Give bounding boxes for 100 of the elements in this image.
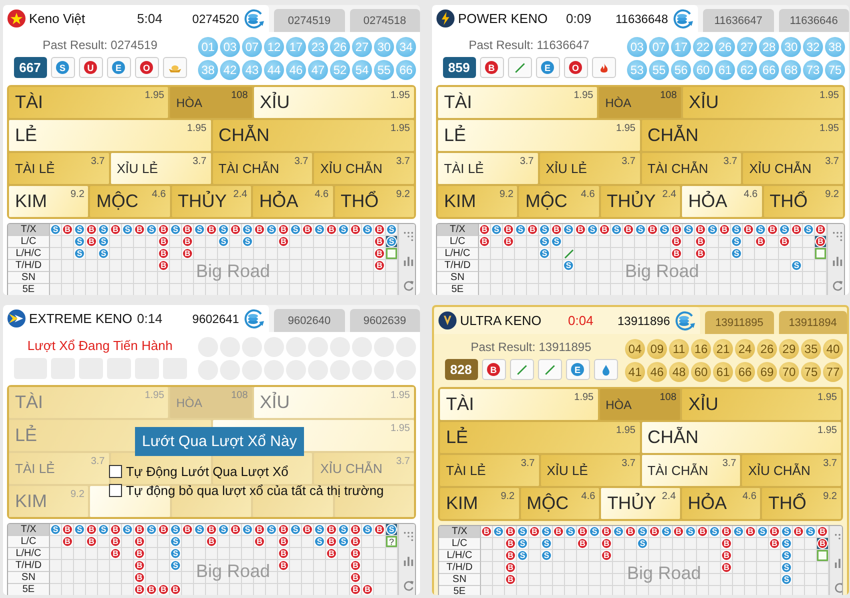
road-marker: B xyxy=(62,536,73,547)
previous-draw-tab[interactable]: 11636646 xyxy=(778,9,849,32)
bet-option[interactable]: HỎA 4.6 xyxy=(682,488,760,519)
road-marker: B xyxy=(695,248,706,259)
bet-option[interactable]: LẺ 1.95 xyxy=(438,120,640,151)
result-ball: 52 xyxy=(330,60,350,80)
road-row-label: T/H/D xyxy=(437,260,479,272)
bet-option[interactable]: THỔ 9.2 xyxy=(764,186,843,217)
previous-draw-tab[interactable]: 9602640 xyxy=(274,309,344,332)
bet-option[interactable]: MỘC 4.6 xyxy=(90,186,170,217)
bet-option[interactable]: LẺ 1.95 xyxy=(9,120,210,151)
bar-chart-icon[interactable] xyxy=(832,255,842,266)
dots-grid-icon[interactable] xyxy=(402,230,414,242)
bet-option[interactable]: XỈU 1.95 xyxy=(682,87,843,118)
road-row-label: L/C xyxy=(437,236,479,248)
bet-option[interactable]: XỈU LẺ 3.7 xyxy=(540,455,640,486)
previous-draw-tab[interactable]: 0274518 xyxy=(350,9,420,32)
bet-option[interactable]: CHẴN 1.95 xyxy=(642,422,841,453)
bet-option[interactable]: HÒA 108 xyxy=(170,87,252,118)
refresh-icon[interactable] xyxy=(402,280,414,292)
previous-draw-tab[interactable]: 11636647 xyxy=(703,9,774,32)
bet-option[interactable]: THỦY 2.4 xyxy=(600,186,680,217)
bet-option[interactable]: XỈU 1.95 xyxy=(254,87,414,118)
result-ball: 66 xyxy=(396,60,416,80)
bet-option[interactable]: XỈU CHẴN 3.7 xyxy=(314,153,414,184)
bet-option[interactable]: TÀI LẺ 3.7 xyxy=(440,455,539,486)
bet-option[interactable]: XỈU 1.95 xyxy=(254,387,414,418)
road-marker: B xyxy=(278,524,289,535)
bet-option[interactable]: MỘC 4.6 xyxy=(519,186,599,217)
coin-refresh-icon[interactable] xyxy=(672,8,694,28)
bet-option[interactable]: THỦY 2.4 xyxy=(172,186,252,217)
bet-option[interactable]: HỎA 4.6 xyxy=(682,186,762,217)
game-tab[interactable]: Keno Việt 5:04 0274520 xyxy=(3,5,269,32)
bet-option[interactable]: XỈU CHẴN 3.7 xyxy=(742,455,841,486)
road-row-label: L/C xyxy=(439,538,481,550)
checkbox[interactable] xyxy=(109,484,122,497)
bet-option[interactable]: XỈU 1.95 xyxy=(682,389,841,420)
bet-option[interactable]: TÀI CHẴN 3.7 xyxy=(642,455,740,486)
skip-draw-button[interactable]: Lướt Qua Lượt Xổ Này xyxy=(135,427,304,456)
result-ball: 40 xyxy=(823,338,843,358)
road-row-label: SN xyxy=(439,574,481,586)
road-marker: B xyxy=(170,584,181,595)
road-marker: S xyxy=(517,550,528,561)
road-marker: B xyxy=(793,526,804,537)
game-tab[interactable]: EXTREME KENO 0:14 9602641 xyxy=(3,305,269,332)
game-tab[interactable]: ULTRA KENO 0:04 13911896 xyxy=(434,307,700,334)
road-marker: S xyxy=(539,224,550,235)
road-marker: S xyxy=(98,524,109,535)
bet-option[interactable]: THỔ 9.2 xyxy=(762,488,841,519)
refresh-icon[interactable] xyxy=(832,280,842,292)
road-marker: B xyxy=(134,560,145,571)
bet-option[interactable]: HÒA 108 xyxy=(599,87,681,118)
coin-refresh-icon[interactable] xyxy=(674,310,696,330)
dots-grid-icon[interactable] xyxy=(832,230,842,242)
score-badge: 828 xyxy=(444,359,478,380)
road-marker: B xyxy=(815,224,826,235)
refresh-icon[interactable] xyxy=(834,582,842,594)
road-marker: B xyxy=(575,224,586,235)
countdown-timer: 0:04 xyxy=(568,313,594,328)
bet-option[interactable]: THỔ 9.2 xyxy=(334,186,414,217)
bet-option[interactable]: XỈU LẺ 3.7 xyxy=(110,153,210,184)
result-ball: 48 xyxy=(669,362,689,382)
checkbox[interactable] xyxy=(109,465,122,478)
bar-chart-icon[interactable] xyxy=(834,557,842,568)
bar-chart-icon[interactable] xyxy=(402,255,414,266)
bet-option[interactable]: TÀI 1.95 xyxy=(440,389,598,420)
bet-option[interactable]: KIM 9.2 xyxy=(440,488,519,519)
road-marker: B xyxy=(110,548,121,559)
bet-option[interactable]: TÀI 1.95 xyxy=(438,87,598,118)
bet-option[interactable]: TÀI CHẴN 3.7 xyxy=(642,153,742,184)
refresh-icon[interactable] xyxy=(402,580,414,592)
road-row-label: T/H/D xyxy=(8,260,50,272)
bet-option[interactable] xyxy=(212,453,312,484)
road-marker: B xyxy=(529,526,540,537)
bar-chart-icon[interactable] xyxy=(402,555,414,566)
previous-draw-tab[interactable]: 13911895 xyxy=(705,311,774,334)
bet-option[interactable]: HỎA 4.6 xyxy=(253,186,333,217)
bet-option[interactable]: CHẴN 1.95 xyxy=(212,120,414,151)
game-tab[interactable]: POWER KENO 0:09 11636648 xyxy=(432,5,698,32)
previous-draw-tab[interactable]: 0274519 xyxy=(274,9,344,32)
bet-option[interactable]: KIM 9.2 xyxy=(438,186,518,217)
bet-option[interactable]: TÀI LẺ 3.7 xyxy=(438,153,538,184)
coin-refresh-icon[interactable] xyxy=(243,8,265,28)
bet-option[interactable]: TÀI 1.95 xyxy=(9,87,168,118)
dots-grid-icon[interactable] xyxy=(402,530,414,542)
bet-option[interactable]: CHẴN 1.95 xyxy=(642,120,843,151)
bet-option[interactable]: TÀI LẺ 3.7 xyxy=(9,153,109,184)
road-marker: B xyxy=(623,224,634,235)
result-ball: 29 xyxy=(779,338,799,358)
bet-option[interactable]: LẺ 1.95 xyxy=(440,422,640,453)
bet-option[interactable]: XỈU LẺ 3.7 xyxy=(540,153,640,184)
previous-draw-tab[interactable]: 9602639 xyxy=(350,309,420,332)
coin-refresh-icon[interactable] xyxy=(243,308,265,328)
bet-option[interactable]: TÀI CHẴN 3.7 xyxy=(212,153,312,184)
bet-option[interactable]: KIM 9.2 xyxy=(9,186,88,217)
previous-draw-tab[interactable]: 13911894 xyxy=(778,311,847,334)
bet-option[interactable]: XỈU CHẴN 3.7 xyxy=(743,153,843,184)
bet-option[interactable]: HÒA 108 xyxy=(600,389,680,420)
bet-option[interactable]: THỦY 2.4 xyxy=(601,488,680,519)
bet-option[interactable]: MỘC 4.6 xyxy=(520,488,600,519)
